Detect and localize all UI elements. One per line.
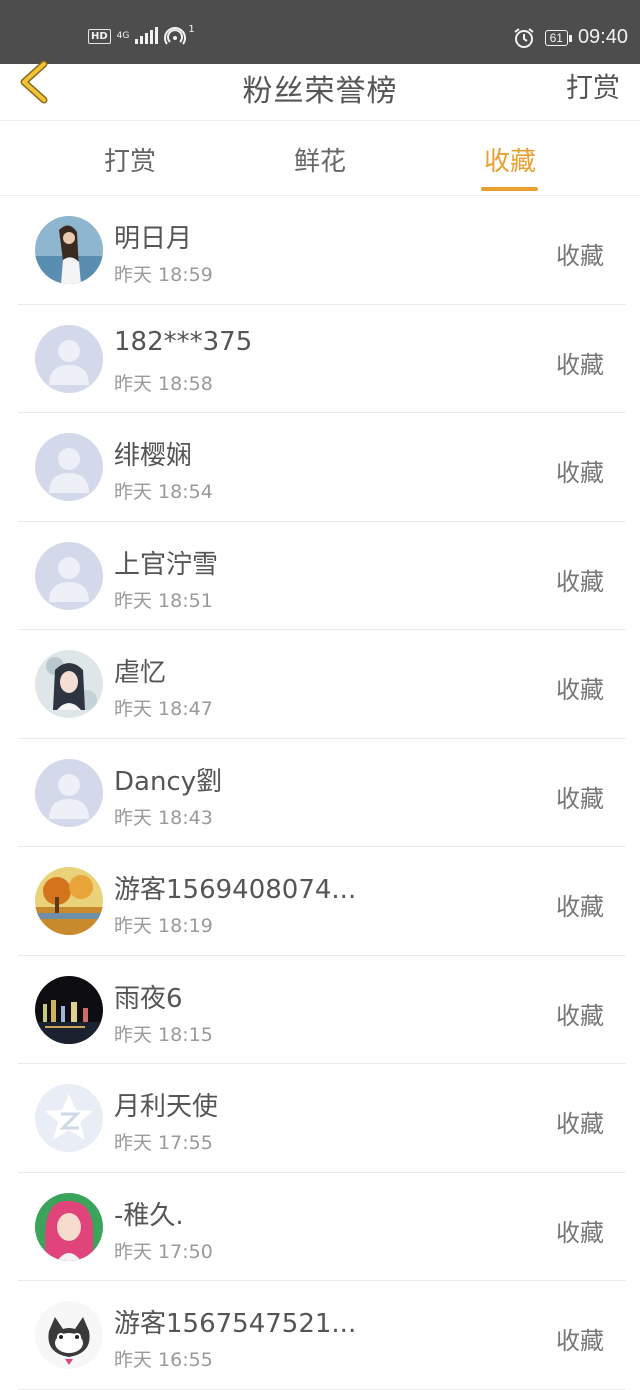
action-label: 收藏 [556, 1001, 604, 1030]
user-name: -稚久. [114, 1200, 184, 1231]
status-bar: HD 4G 1 61 09:40 [0, 0, 640, 64]
avatar[interactable] [35, 758, 103, 827]
action-label: 收藏 [556, 350, 604, 379]
hotspot-count: 1 [188, 23, 195, 35]
action-label: 收藏 [556, 676, 604, 704]
list-item[interactable]: -稚久. 昨天 17:50 收藏 [0, 1173, 640, 1281]
action-label: 收藏 [556, 1110, 604, 1138]
user-name: 虐忆 [114, 658, 167, 688]
avatar[interactable] [35, 541, 103, 610]
tab-flowers[interactable]: 鲜花 [260, 141, 380, 178]
avatar[interactable] [35, 324, 103, 393]
user-name: 游客1569408074... [114, 875, 357, 905]
timestamp: 昨天 17:55 [114, 1132, 213, 1154]
hd-icon: HD [88, 28, 111, 44]
tab-tip[interactable]: 打赏 [70, 141, 190, 178]
list-item[interactable]: 绯樱娴昨天 18:54 收藏 [0, 413, 640, 522]
avatar[interactable] [35, 1192, 103, 1261]
clock: 09:40 [577, 26, 628, 48]
network-label: 4G [116, 30, 130, 41]
list-item[interactable]: 上官泞雪昨天 18:51 收藏 [0, 522, 640, 630]
status-right: 61 09:40 [513, 26, 628, 49]
nav-header: 粉丝荣誉榜 打赏 [0, 60, 640, 121]
alarm-icon [513, 27, 534, 48]
action-label: 收藏 [556, 1327, 604, 1355]
tab-bar: 打赏 鲜花 收藏 [0, 121, 640, 196]
list-item[interactable]: Dancy劉昨天 18:43 收藏 [0, 739, 640, 847]
avatar[interactable] [35, 650, 103, 718]
timestamp: 昨天 18:43 [114, 806, 213, 829]
user-name: 182***375 [114, 326, 253, 357]
avatar[interactable] [35, 216, 103, 284]
timestamp: 昨天 18:58 [114, 372, 213, 395]
action-label: 收藏 [556, 1218, 604, 1247]
list-item[interactable]: 明日月昨天 18:59 收藏 [0, 196, 640, 305]
user-name: 明日月 [114, 224, 193, 254]
action-label: 收藏 [556, 459, 604, 487]
timestamp: 昨天 18:54 [114, 481, 213, 503]
user-name: 月利天使 [114, 1092, 219, 1122]
user-name: 上官泞雪 [114, 549, 219, 580]
status-left: HD 4G 1 [88, 23, 195, 46]
avatar[interactable] [35, 433, 103, 501]
timestamp: 昨天 17:50 [114, 1240, 213, 1263]
active-tab-indicator [481, 187, 538, 191]
timestamp: 昨天 16:55 [114, 1349, 213, 1371]
timestamp: 昨天 18:47 [114, 698, 213, 720]
list-item[interactable]: 月利天使昨天 17:55 收藏 [0, 1064, 640, 1173]
list-item[interactable]: 虐忆昨天 18:47 收藏 [0, 630, 640, 739]
user-name: Dancy劉 [114, 766, 223, 797]
timestamp: 昨天 18:59 [114, 264, 213, 286]
user-name: 游客1567547521... [114, 1309, 357, 1339]
action-label: 收藏 [556, 893, 604, 921]
list-item[interactable]: 游客1567547521... 昨天 16:55 收藏 [0, 1281, 640, 1390]
timestamp: 昨天 18:15 [114, 1023, 213, 1046]
user-name: 绯樱娴 [114, 441, 193, 471]
avatar[interactable] [35, 867, 103, 935]
tip-button[interactable]: 打赏 [566, 66, 620, 105]
signal-icon [135, 27, 159, 44]
list-item[interactable]: 雨夜6 昨天 18:15 收藏 [0, 956, 640, 1064]
tab-favorites[interactable]: 收藏 [450, 141, 570, 178]
fan-list: 明日月 昨天 18:59 收藏 182***375 昨天 18:58 收藏 绯樱娴 昨天 18… [0, 196, 640, 1390]
action-label: 收藏 [556, 567, 604, 596]
timestamp: 昨天 18:51 [114, 589, 213, 612]
row-divider [18, 1388, 626, 1390]
avatar[interactable] [35, 1084, 103, 1152]
action-label: 收藏 [556, 784, 604, 813]
hotspot-icon [164, 27, 187, 45]
action-label: 收藏 [556, 242, 604, 270]
list-item[interactable]: 182***375 昨天 18:58 收藏 [0, 305, 640, 413]
avatar[interactable] [35, 1301, 103, 1369]
battery-icon: 61 [544, 29, 573, 46]
user-name: 雨夜6 [114, 983, 183, 1014]
list-item[interactable]: 游客1569408074... 昨天 18:19 收藏 [0, 847, 640, 956]
avatar[interactable] [35, 975, 103, 1044]
page-title: 粉丝荣誉榜 [242, 74, 398, 109]
timestamp: 昨天 18:19 [114, 915, 213, 937]
